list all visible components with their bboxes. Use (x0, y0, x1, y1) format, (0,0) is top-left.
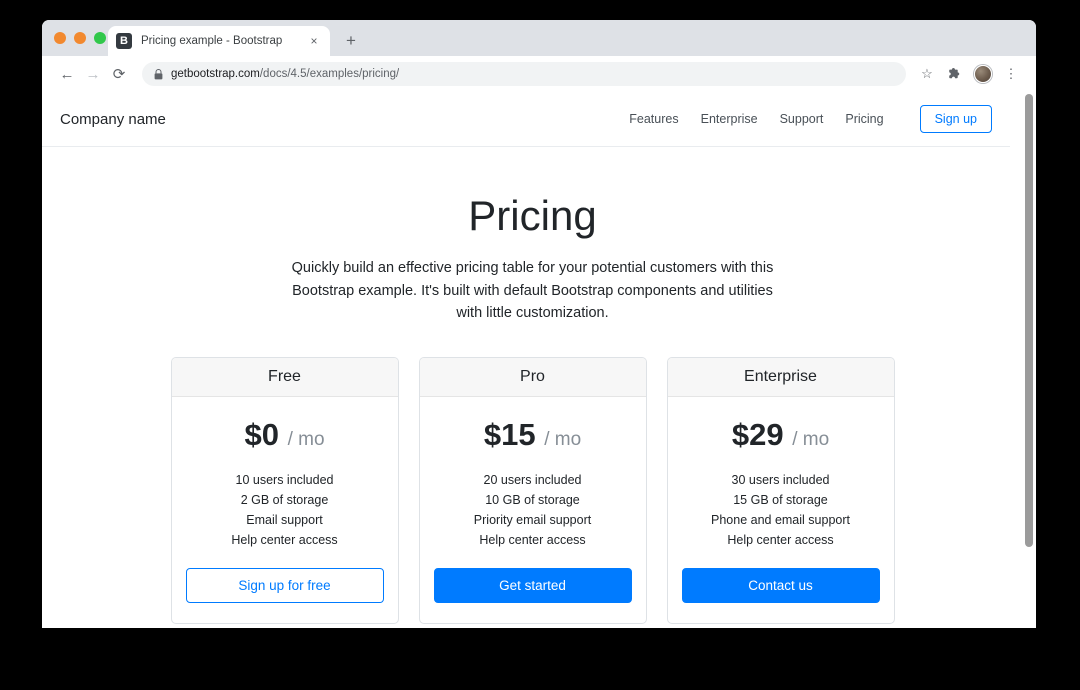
plan-feature: 10 GB of storage (434, 490, 632, 510)
address-bar-host: getbootstrap.com (171, 68, 260, 80)
plan-name: Free (172, 368, 398, 386)
lock-icon (154, 69, 163, 80)
plan-price-amount: $15 (484, 417, 536, 452)
address-bar-path: /docs/4.5/examples/pricing/ (260, 68, 399, 80)
plan-price-amount: $0 (244, 417, 278, 452)
plan-feature: Help center access (682, 530, 880, 550)
browser-menu-icon[interactable]: ⋮ (998, 61, 1024, 87)
pricing-card-enterprise: Enterprise $29 / mo 30 users included 15… (667, 357, 895, 624)
plan-feature: Help center access (434, 530, 632, 550)
new-tab-button[interactable]: + (340, 30, 362, 52)
bookmark-star-icon[interactable]: ☆ (914, 61, 940, 87)
extensions-puzzle-icon[interactable] (942, 61, 968, 87)
forward-icon[interactable]: → (80, 61, 106, 87)
plan-cta-button[interactable]: Get started (434, 568, 632, 603)
browser-tab-strip: B Pricing example - Bootstrap × + (42, 20, 1036, 56)
page-scrollbar-thumb[interactable] (1025, 94, 1033, 547)
site-nav-links: Features Enterprise Support Pricing Sign… (629, 105, 992, 133)
plan-feature: Help center access (186, 530, 384, 550)
site-navbar: Company name Features Enterprise Support… (42, 92, 1010, 147)
card-header: Pro (420, 358, 646, 397)
page-scrollbar[interactable] (1023, 92, 1036, 628)
plan-price: $15 / mo (434, 419, 632, 450)
plan-price: $0 / mo (186, 419, 384, 450)
card-body: $29 / mo 30 users included 15 GB of stor… (668, 397, 894, 623)
card-body: $0 / mo 10 users included 2 GB of storag… (172, 397, 398, 623)
nav-link-support[interactable]: Support (780, 112, 824, 126)
nav-link-pricing[interactable]: Pricing (845, 112, 883, 126)
pricing-card-pro: Pro $15 / mo 20 users included 10 GB of … (419, 357, 647, 624)
plan-feature: Email support (186, 510, 384, 530)
close-tab-icon[interactable]: × (306, 33, 322, 49)
plan-feature: 15 GB of storage (682, 490, 880, 510)
back-icon[interactable]: ← (54, 61, 80, 87)
page-content: Company name Features Enterprise Support… (42, 92, 1023, 624)
plan-feature: 10 users included (186, 470, 384, 490)
toolbar-icons: ☆ ⋮ (914, 61, 1024, 87)
plan-price-amount: $29 (732, 417, 784, 452)
plan-features: 10 users included 2 GB of storage Email … (186, 470, 384, 550)
signup-button[interactable]: Sign up (920, 105, 992, 133)
close-window-button[interactable] (54, 32, 66, 44)
address-bar-url: getbootstrap.com/docs/4.5/examples/prici… (171, 68, 399, 80)
pricing-card-free: Free $0 / mo 10 users included 2 GB of s… (171, 357, 399, 624)
plan-price: $29 / mo (682, 419, 880, 450)
plan-feature: Phone and email support (682, 510, 880, 530)
plan-price-period: / mo (792, 429, 829, 450)
hero-section: Pricing Quickly build an effective prici… (42, 147, 1023, 325)
plan-feature: 20 users included (434, 470, 632, 490)
window-traffic-lights (54, 32, 106, 44)
browser-tab-title: Pricing example - Bootstrap (141, 35, 306, 47)
plan-cta-button[interactable]: Sign up for free (186, 568, 384, 603)
page-title: Pricing (42, 193, 1023, 239)
plan-feature: 30 users included (682, 470, 880, 490)
plan-cta-button[interactable]: Contact us (682, 568, 880, 603)
nav-link-enterprise[interactable]: Enterprise (701, 112, 758, 126)
plan-name: Enterprise (668, 368, 894, 386)
reload-icon[interactable]: ⟳ (106, 61, 132, 87)
browser-window: B Pricing example - Bootstrap × + ← → ⟳ … (42, 20, 1036, 628)
card-body: $15 / mo 20 users included 10 GB of stor… (420, 397, 646, 623)
plan-features: 30 users included 15 GB of storage Phone… (682, 470, 880, 550)
address-bar[interactable]: getbootstrap.com/docs/4.5/examples/prici… (142, 62, 906, 86)
pricing-cards: Free $0 / mo 10 users included 2 GB of s… (42, 357, 1023, 624)
browser-toolbar: ← → ⟳ getbootstrap.com/docs/4.5/examples… (42, 56, 1036, 92)
nav-link-features[interactable]: Features (629, 112, 678, 126)
profile-avatar[interactable] (970, 61, 996, 87)
plan-feature: 2 GB of storage (186, 490, 384, 510)
plan-price-period: / mo (544, 429, 581, 450)
hero-description: Quickly build an effective pricing table… (283, 257, 783, 324)
page-viewport: Company name Features Enterprise Support… (42, 92, 1036, 628)
maximize-window-button[interactable] (94, 32, 106, 44)
plan-feature: Priority email support (434, 510, 632, 530)
site-brand[interactable]: Company name (60, 111, 629, 128)
plan-price-period: / mo (288, 429, 325, 450)
plan-features: 20 users included 10 GB of storage Prior… (434, 470, 632, 550)
minimize-window-button[interactable] (74, 32, 86, 44)
bootstrap-favicon-icon: B (116, 33, 132, 49)
plan-name: Pro (420, 368, 646, 386)
card-header: Free (172, 358, 398, 397)
browser-tab[interactable]: B Pricing example - Bootstrap × (108, 26, 330, 56)
card-header: Enterprise (668, 358, 894, 397)
avatar (974, 65, 992, 83)
